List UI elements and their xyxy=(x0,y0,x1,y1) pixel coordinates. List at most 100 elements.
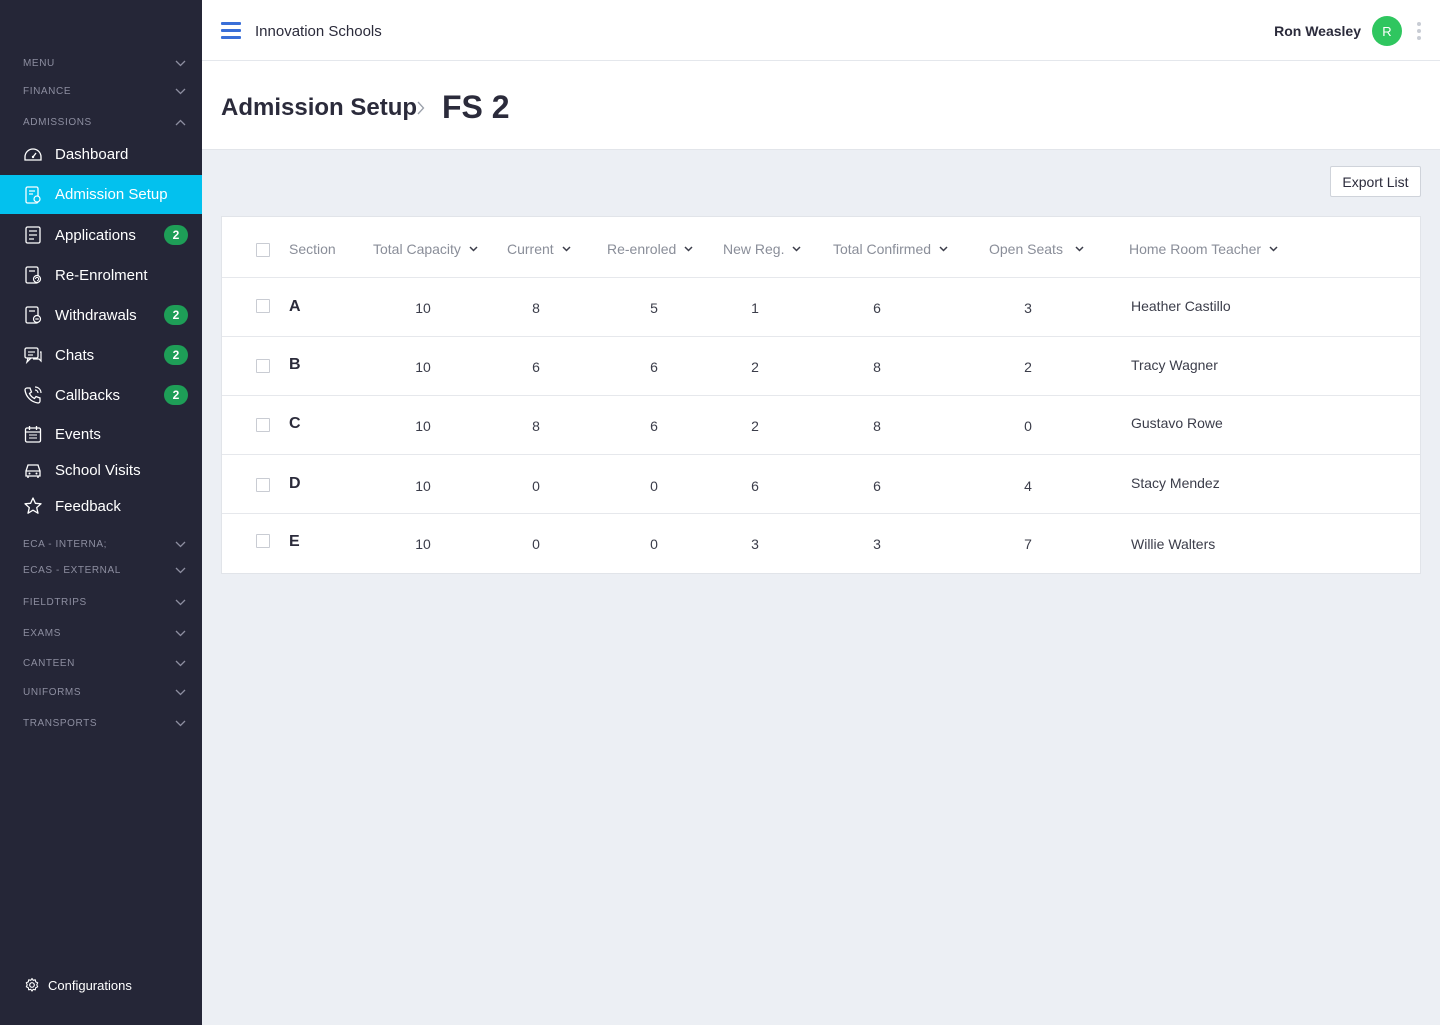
page-header: Admission Setup FS 2 xyxy=(202,61,1440,150)
column-header-new-reg[interactable]: New Reg. xyxy=(723,241,801,257)
chevron-down-icon xyxy=(1269,246,1278,252)
chevron-down-icon xyxy=(175,567,186,573)
sidebar-section-fieldtrips[interactable]: FIELDTRIPS xyxy=(0,592,202,612)
total-confirmed-cell: 8 xyxy=(873,418,881,434)
open-seats-cell: 4 xyxy=(1024,478,1032,494)
sidebar-section-transports[interactable]: TRANSPORTS xyxy=(0,713,202,733)
column-header-open-seats[interactable]: Open Seats xyxy=(989,241,1084,257)
column-header-section[interactable]: Section xyxy=(289,241,336,257)
table-row[interactable]: B 10 6 6 2 8 2 Tracy Wagner xyxy=(222,337,1420,396)
user-name[interactable]: Ron Weasley xyxy=(1274,23,1361,39)
chevron-down-icon xyxy=(175,60,186,66)
section-label: CANTEEN xyxy=(23,657,75,669)
new-reg-cell: 6 xyxy=(751,478,759,494)
open-seats-cell: 7 xyxy=(1024,536,1032,552)
re-enroled-cell: 0 xyxy=(650,536,658,552)
total-capacity-cell: 10 xyxy=(415,536,431,552)
sidebar-item-applications[interactable]: Applications 2 xyxy=(0,216,202,254)
new-reg-cell: 2 xyxy=(751,418,759,434)
section-cell: C xyxy=(289,415,301,432)
sidebar-section-ecas-external[interactable]: ECAS - EXTERNAL xyxy=(0,560,202,580)
sidebar-section-eca-internal[interactable]: ECA - INTERNA; xyxy=(0,534,202,554)
row-checkbox[interactable] xyxy=(256,359,270,373)
column-header-total-capacity[interactable]: Total Capacity xyxy=(373,241,478,257)
row-checkbox[interactable] xyxy=(256,299,270,313)
sidebar-section-uniforms[interactable]: UNIFORMS xyxy=(0,682,202,702)
configurations-link[interactable]: Configurations xyxy=(24,977,132,993)
table-row[interactable]: E 10 0 0 3 3 7 Willie Walters xyxy=(222,514,1420,573)
hamburger-menu-icon[interactable] xyxy=(221,22,241,40)
section-label: FIELDTRIPS xyxy=(23,596,87,608)
chevron-down-icon xyxy=(175,599,186,605)
teacher-cell: Tracy Wagner xyxy=(1131,357,1218,373)
total-capacity-cell: 10 xyxy=(415,478,431,494)
sidebar-item-chats[interactable]: Chats 2 xyxy=(0,336,202,374)
chevron-down-icon xyxy=(175,660,186,666)
section-label: ECA - INTERNA; xyxy=(23,538,107,550)
sidebar-section-menu[interactable]: MENU xyxy=(0,53,202,73)
breadcrumb-parent[interactable]: Admission Setup xyxy=(221,94,417,122)
column-header-total-confirmed[interactable]: Total Confirmed xyxy=(833,241,948,257)
chevron-down-icon xyxy=(792,246,801,252)
sidebar-item-feedback[interactable]: Feedback xyxy=(0,487,202,525)
table-row[interactable]: A 10 8 5 1 6 3 Heather Castillo xyxy=(222,278,1420,337)
column-header-current[interactable]: Current xyxy=(507,241,571,257)
sidebar-item-dashboard[interactable]: Dashboard xyxy=(0,135,202,173)
count-badge: 2 xyxy=(164,305,188,325)
calendar-icon xyxy=(23,424,43,444)
row-checkbox[interactable] xyxy=(256,478,270,492)
re-enroled-cell: 6 xyxy=(650,359,658,375)
organization-name: Innovation Schools xyxy=(255,23,382,40)
dashboard-icon xyxy=(23,144,43,164)
new-reg-cell: 2 xyxy=(751,359,759,375)
open-seats-cell: 3 xyxy=(1024,300,1032,316)
sidebar-item-withdrawals[interactable]: Withdrawals 2 xyxy=(0,296,202,334)
sidebar-item-re-enrolment[interactable]: Re-Enrolment xyxy=(0,256,202,294)
chevron-down-icon xyxy=(175,720,186,726)
chevron-down-icon xyxy=(175,541,186,547)
configurations-label: Configurations xyxy=(48,977,132,993)
avatar[interactable]: R xyxy=(1372,16,1402,46)
current-cell: 8 xyxy=(532,300,540,316)
count-badge: 2 xyxy=(164,385,188,405)
chevron-down-icon xyxy=(469,246,478,252)
chevron-down-icon xyxy=(684,246,693,252)
open-seats-cell: 2 xyxy=(1024,359,1032,375)
count-badge: 2 xyxy=(164,225,188,245)
column-header-home-room-teacher[interactable]: Home Room Teacher xyxy=(1129,241,1278,257)
sidebar-section-canteen[interactable]: CANTEEN xyxy=(0,653,202,673)
sections-table: Section Total Capacity Current Re-enrole… xyxy=(221,216,1421,574)
total-capacity-cell: 10 xyxy=(415,418,431,434)
column-header-label: New Reg. xyxy=(723,241,785,257)
sidebar-section-exams[interactable]: EXAMS xyxy=(0,623,202,643)
sidebar-item-label: School Visits xyxy=(55,461,141,479)
sidebar-item-events[interactable]: Events xyxy=(0,415,202,453)
export-list-button[interactable]: Export List xyxy=(1330,166,1421,197)
row-checkbox[interactable] xyxy=(256,534,270,548)
count-badge: 2 xyxy=(164,345,188,365)
sidebar-item-label: Feedback xyxy=(55,497,121,515)
sidebar-section-admissions[interactable]: ADMISSIONS xyxy=(0,112,202,132)
open-seats-cell: 0 xyxy=(1024,418,1032,434)
phone-icon xyxy=(23,385,43,405)
applications-icon xyxy=(23,225,43,245)
table-row[interactable]: C 10 8 6 2 8 0 Gustavo Rowe xyxy=(222,396,1420,455)
sidebar-section-finance[interactable]: FINANCE xyxy=(0,81,202,101)
section-cell: A xyxy=(289,298,301,315)
total-confirmed-cell: 6 xyxy=(873,300,881,316)
new-reg-cell: 1 xyxy=(751,300,759,316)
gear-icon xyxy=(25,977,39,992)
sidebar-item-admission-setup[interactable]: Admission Setup xyxy=(0,175,202,214)
sidebar-item-callbacks[interactable]: Callbacks 2 xyxy=(0,376,202,414)
row-checkbox[interactable] xyxy=(256,418,270,432)
admission-setup-icon xyxy=(23,185,43,205)
teacher-cell: Gustavo Rowe xyxy=(1131,415,1223,431)
sidebar-item-school-visits[interactable]: School Visits xyxy=(0,451,202,489)
column-header-label: Re-enroled xyxy=(607,241,677,257)
column-header-label: Home Room Teacher xyxy=(1129,241,1262,257)
table-row[interactable]: D 10 0 0 6 6 4 Stacy Mendez xyxy=(222,455,1420,514)
section-cell: E xyxy=(289,533,300,550)
more-options-icon[interactable] xyxy=(1415,22,1423,42)
select-all-checkbox[interactable] xyxy=(256,243,270,257)
column-header-re-enroled[interactable]: Re-enroled xyxy=(607,241,693,257)
